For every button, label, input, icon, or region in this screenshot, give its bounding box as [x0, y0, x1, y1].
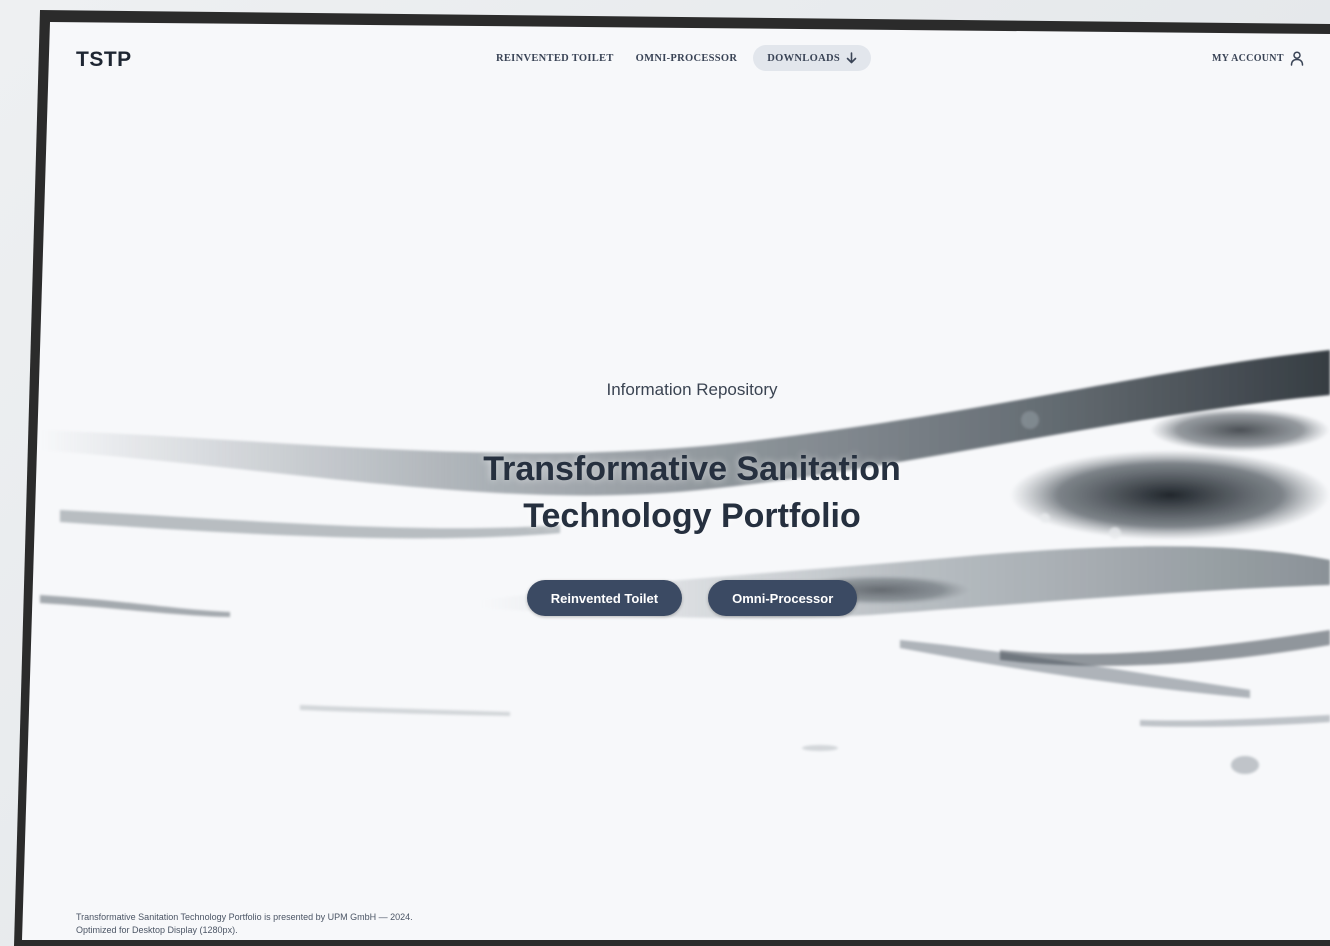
browser-viewport: TSTP REINVENTED TOILET OMNI-PROCESSOR DO… — [22, 22, 1330, 940]
hero-section: Information Repository Transformative Sa… — [392, 380, 992, 616]
arrow-down-icon — [846, 52, 857, 64]
nav-reinvented-toilet[interactable]: REINVENTED TOILET — [490, 46, 620, 71]
hero-title: Transformative Sanitation Technology Por… — [392, 446, 992, 540]
omni-processor-button[interactable]: Omni-Processor — [708, 580, 858, 616]
nav-omni-processor-label: OMNI-PROCESSOR — [635, 52, 738, 64]
footer-display-note: Optimized for Desktop Display (1280px). — [76, 925, 238, 935]
page-footer: Transformative Sanitation Technology Por… — [76, 911, 413, 937]
photo-backdrop: TSTP REINVENTED TOILET OMNI-PROCESSOR DO… — [0, 0, 1330, 946]
hero-buttons: Reinvented Toilet Omni-Processor — [392, 580, 992, 616]
footer-credit: Transformative Sanitation Technology Por… — [76, 912, 413, 922]
my-account-link[interactable]: MY ACCOUNT — [1212, 51, 1304, 66]
nav-reinvented-toilet-label: REINVENTED TOILET — [496, 52, 614, 64]
hero-eyebrow: Information Repository — [606, 380, 778, 399]
nav-downloads[interactable]: DOWNLOADS — [753, 45, 871, 71]
hero-title-line-2: Technology Portfolio — [523, 497, 861, 535]
user-icon — [1290, 51, 1304, 66]
reinvented-toilet-button[interactable]: Reinvented Toilet — [526, 580, 683, 616]
top-navigation: TSTP REINVENTED TOILET OMNI-PROCESSOR DO… — [22, 40, 1330, 80]
primary-nav: REINVENTED TOILET OMNI-PROCESSOR DOWNLOA… — [490, 45, 871, 71]
nav-downloads-label: DOWNLOADS — [767, 52, 840, 64]
nav-omni-processor[interactable]: OMNI-PROCESSOR — [630, 46, 744, 71]
hero-title-line-1: Transformative Sanitation — [483, 450, 901, 488]
my-account-label: MY ACCOUNT — [1212, 53, 1284, 64]
site-logo[interactable]: TSTP — [76, 48, 132, 72]
